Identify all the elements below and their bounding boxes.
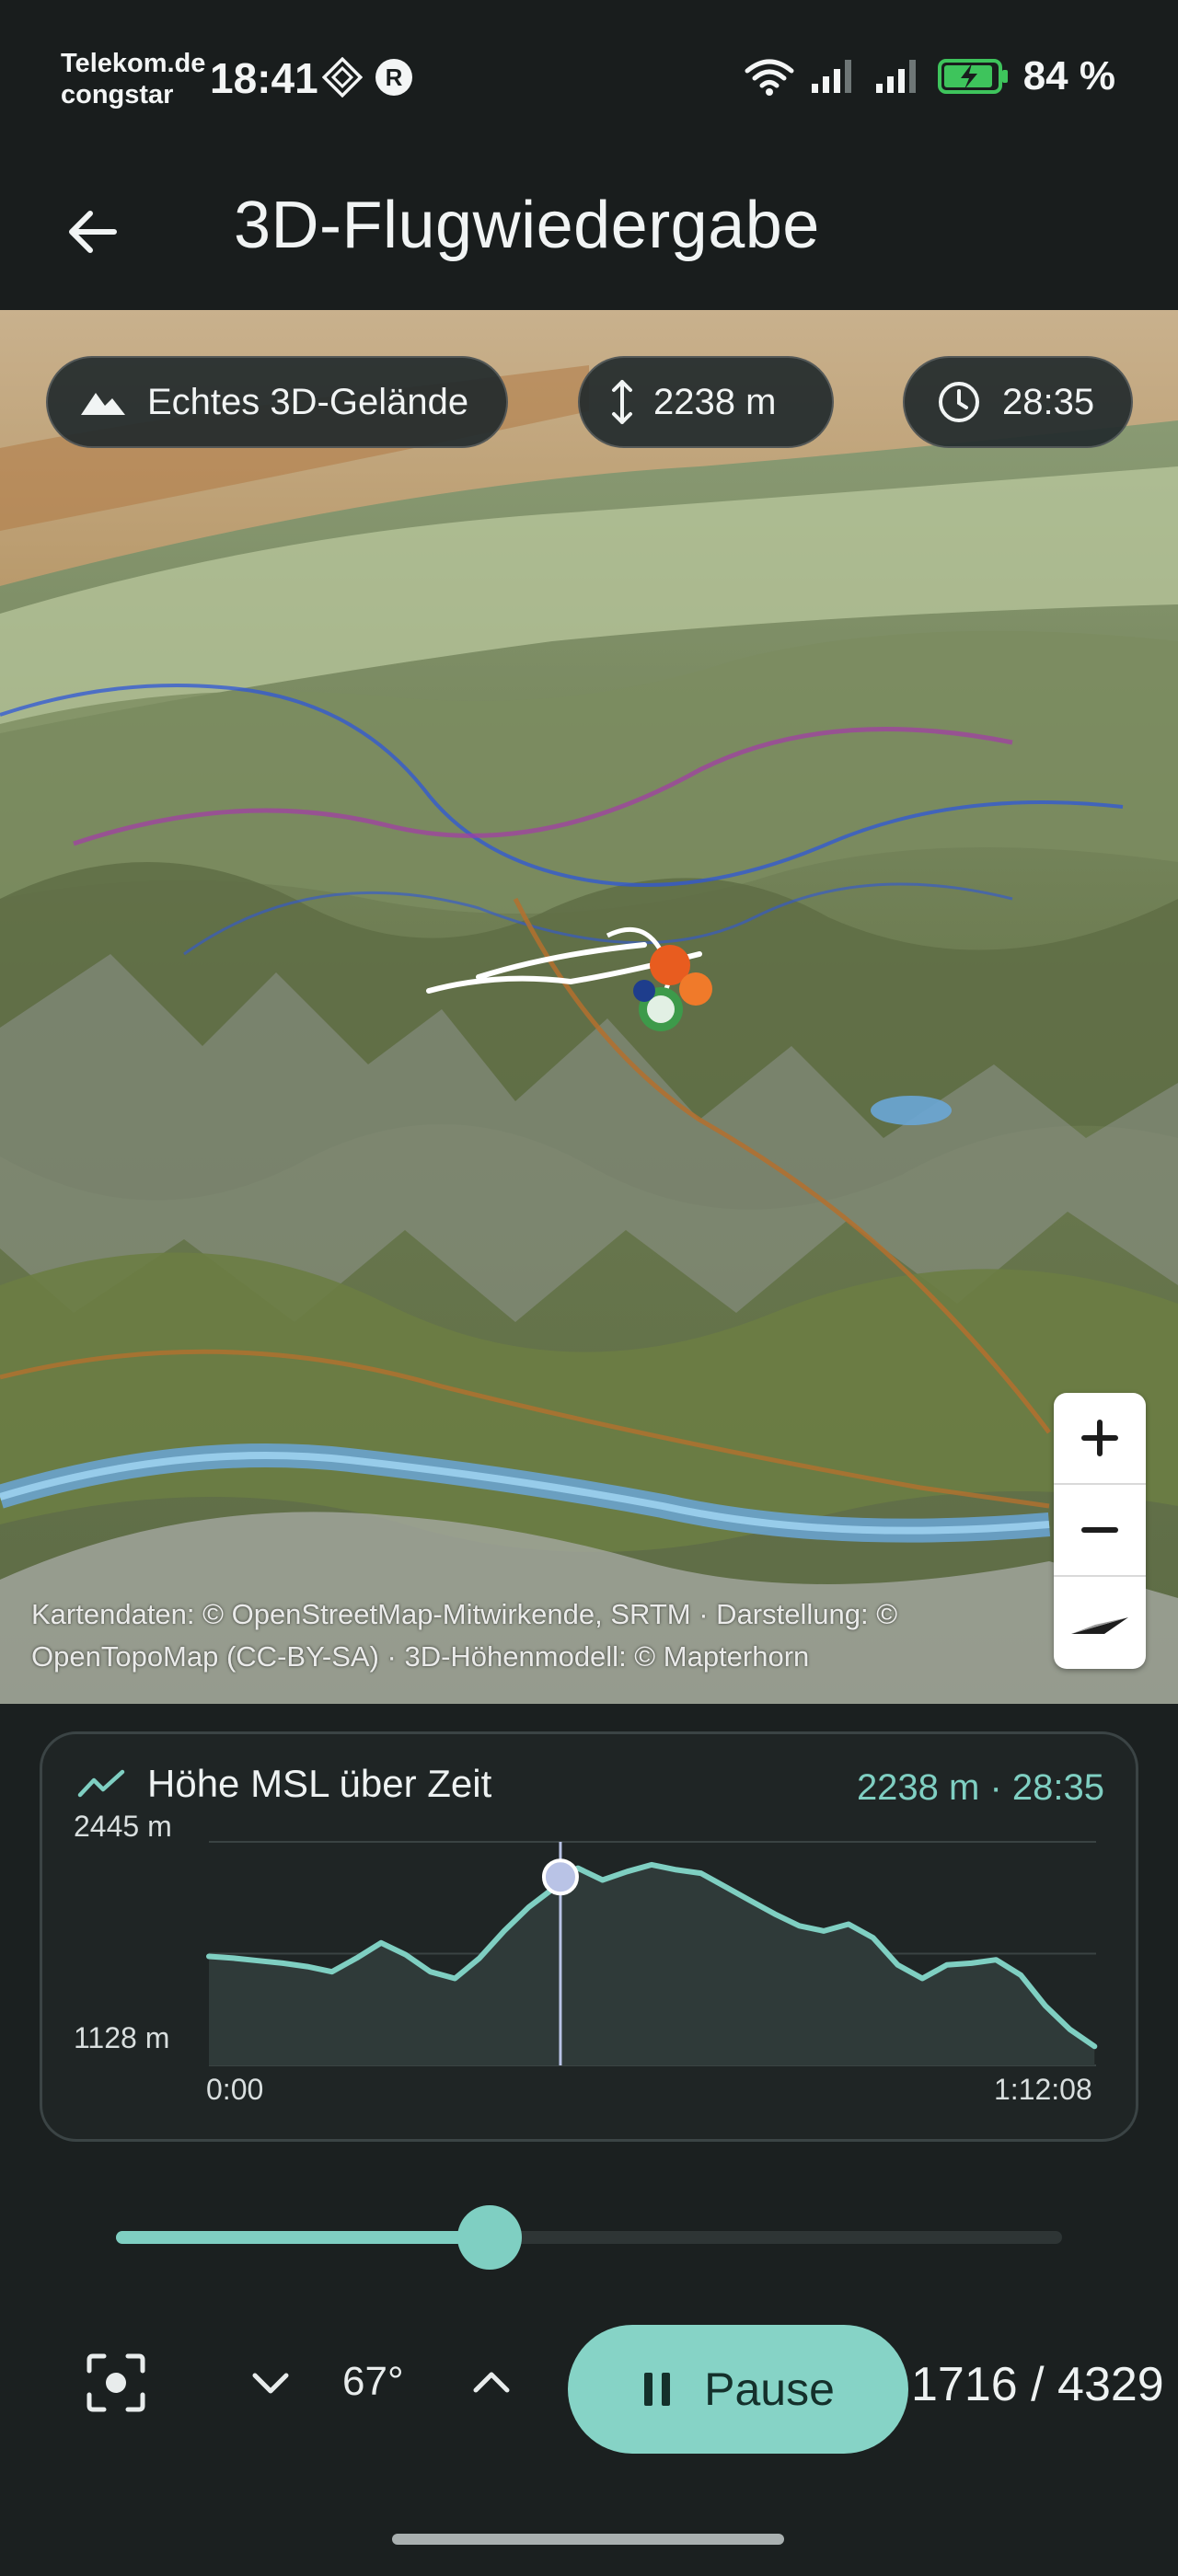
status-bar: Telekom.de congstar 18:41 R 84 % — [0, 0, 1178, 156]
playback-slider[interactable] — [116, 2205, 1062, 2270]
tilt-up-button[interactable] — [462, 2353, 521, 2412]
status-time: 18:41 — [210, 54, 318, 102]
chevron-down-icon — [252, 2373, 289, 2394]
mountain-icon — [81, 393, 125, 415]
wifi-icon — [745, 59, 794, 96]
plus-icon — [1081, 1420, 1118, 1456]
map-attribution[interactable]: Kartendaten: © OpenStreetMap-Mitwirkende… — [31, 1593, 1025, 1678]
pause-icon — [644, 2373, 671, 2406]
arrow-left-icon — [69, 211, 117, 253]
terrain-mode-chip[interactable]: Echtes 3D-Gelände — [46, 356, 508, 448]
altitude-value: 2238 m — [653, 381, 777, 422]
clock-icon — [939, 382, 979, 422]
diamond-grid-icon — [322, 57, 363, 98]
minus-icon — [1081, 1527, 1118, 1533]
terrain-render — [0, 310, 1178, 1704]
status-notification-icons: R — [322, 57, 414, 98]
zoom-out-button[interactable] — [1054, 1485, 1146, 1577]
tilt-angle: 67° — [342, 2359, 404, 2404]
pause-button[interactable]: Pause — [568, 2325, 908, 2454]
battery-charging-icon — [937, 59, 1008, 94]
playhead-marker — [541, 1858, 579, 1896]
compass-button[interactable] — [1054, 1577, 1146, 1669]
focus-frame-icon — [87, 2353, 145, 2412]
compass-icon — [1071, 1617, 1128, 1634]
attribution-line1: Kartendaten: © OpenStreetMap-Mitwirkende… — [31, 1598, 898, 1630]
tilt-down-button[interactable] — [241, 2353, 300, 2412]
time-value: 28:35 — [1002, 381, 1095, 422]
map-3d-view[interactable]: Echtes 3D-Gelände 2238 m 28:35 Kartendat… — [0, 310, 1178, 1704]
time-chip: 28:35 — [903, 356, 1133, 448]
attribution-line2: OpenTopoMap (CC-BY-SA) · 3D-Höhenmodell:… — [31, 1640, 810, 1673]
back-button[interactable] — [53, 193, 131, 270]
r-badge-icon: R — [375, 59, 412, 96]
vertical-arrows-icon — [612, 380, 632, 424]
svg-text:R: R — [386, 63, 403, 91]
carrier-line2: congstar — [61, 80, 174, 109]
chevron-up-icon — [473, 2372, 510, 2393]
signal-icon-sim2 — [875, 60, 916, 93]
carrier-line1: Telekom.de — [61, 49, 206, 78]
zoom-in-button[interactable] — [1054, 1393, 1146, 1485]
playback-controls: 67° Pause 1716 / 4329 — [0, 2318, 1178, 2456]
terrain-mode-label: Echtes 3D-Gelände — [147, 381, 469, 422]
pause-label: Pause — [704, 2363, 835, 2415]
slider-fill — [116, 2231, 491, 2244]
page-title: 3D-Flugwiedergabe — [234, 189, 820, 262]
map-zoom-controls — [1054, 1393, 1146, 1669]
home-indicator[interactable] — [392, 2534, 784, 2545]
slider-thumb[interactable] — [457, 2205, 523, 2270]
app-bar: 3D-Flugwiedergabe — [0, 156, 1178, 310]
follow-camera-button[interactable] — [79, 2346, 153, 2420]
frame-counter: 1716 / 4329 — [911, 2358, 1164, 2411]
elevation-chart-card: Höhe MSL über Zeit 2238 m · 28:35 2445 m… — [40, 1731, 1138, 2142]
elevation-plot[interactable] — [42, 1734, 1141, 2145]
signal-icon-sim1 — [811, 60, 851, 93]
altitude-chip: 2238 m — [578, 356, 834, 448]
battery-percent: 84 % — [1022, 53, 1115, 98]
carrier: Telekom.de congstar — [61, 48, 205, 110]
status-right: 84 % — [744, 53, 1115, 99]
